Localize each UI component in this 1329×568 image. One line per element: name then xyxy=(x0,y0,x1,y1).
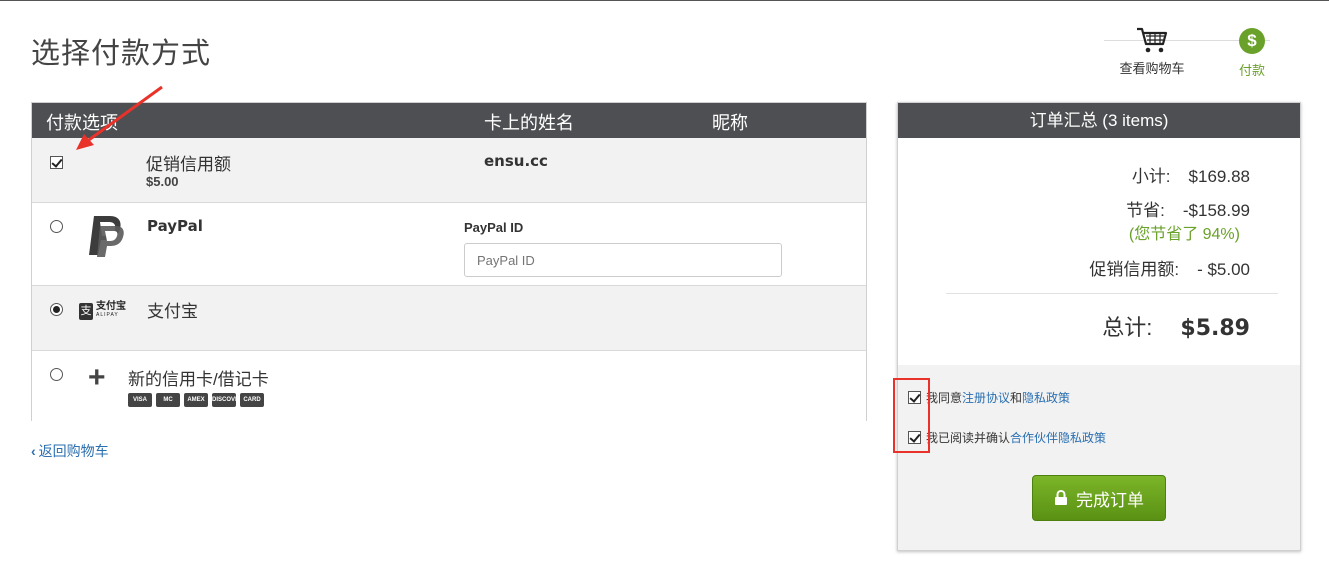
terms-link[interactable]: 注册协议 xyxy=(962,391,1010,405)
lock-icon xyxy=(1055,490,1067,505)
payment-row-paypal[interactable]: PayPal PayPal ID xyxy=(32,202,866,285)
agree-terms-and: 和 xyxy=(1010,391,1023,405)
annotation-highlight-box xyxy=(893,378,930,453)
checkout-steps: 查看购物车 $ 付款 xyxy=(1100,26,1290,86)
card-brand-icons: VISA MC AMEX DISCOVER CARD xyxy=(128,393,264,407)
credit-amount: $5.00 xyxy=(146,174,179,189)
credit-summary-label: 促销信用额: xyxy=(1089,260,1180,279)
subtotal-value: $169.88 xyxy=(1188,167,1250,186)
saving-label: 节省: xyxy=(1126,201,1165,220)
subtotal-line: 小计: $169.88 xyxy=(1132,162,1250,187)
paypal-id-label: PayPal ID xyxy=(464,220,524,235)
paypal-label: PayPal xyxy=(147,217,203,235)
mastercard-icon: MC xyxy=(156,393,180,407)
cart-icon xyxy=(1137,27,1168,53)
page-title: 选择付款方式 xyxy=(31,38,212,70)
credit-line: 促销信用额: - $5.00 xyxy=(1089,255,1250,280)
total-line: 总计: $5.89 xyxy=(1102,310,1250,342)
amex-icon: AMEX xyxy=(184,393,208,407)
summary-body: 小计: $169.88 节省: -$158.99 (您节省了 94%) 促销信用额:… xyxy=(898,138,1300,365)
privacy-policy-link[interactable]: 隐私政策 xyxy=(1022,391,1070,405)
alipay-logo-en: ALIPAY xyxy=(96,312,119,318)
saving-line: 节省: -$158.99 xyxy=(1126,196,1250,221)
step-cart-label: 查看购物车 xyxy=(1119,61,1185,76)
visa-icon: VISA xyxy=(128,393,152,407)
alipay-label: 支付宝 xyxy=(147,302,198,321)
new-card-label: 新的信用卡/借记卡 xyxy=(128,370,269,389)
credit-summary-value: - $5.00 xyxy=(1197,260,1250,279)
summary-divider xyxy=(946,293,1278,294)
summary-title: 订单汇总 (3 items) xyxy=(898,103,1300,138)
total-label: 总计: xyxy=(1102,315,1153,340)
chevron-left-icon: ‹ xyxy=(31,443,36,459)
annotation-arrow-icon xyxy=(76,85,163,150)
step-pay-label: 付款 xyxy=(1238,63,1265,78)
step-view-cart[interactable]: 查看购物车 xyxy=(1112,26,1192,77)
paypal-radio[interactable] xyxy=(50,220,63,233)
header-nickname: 昵称 xyxy=(712,113,748,133)
alipay-logo-icon: 支 支付宝 ALIPAY xyxy=(79,302,126,320)
payment-row-alipay[interactable]: 支 支付宝 ALIPAY 支付宝 xyxy=(32,285,866,350)
total-value: $5.89 xyxy=(1180,316,1250,341)
subtotal-label: 小计: xyxy=(1131,167,1171,186)
back-to-cart-label: 返回购物车 xyxy=(38,443,109,459)
plus-icon: + xyxy=(88,361,106,394)
credit-card-name: ensu.cc xyxy=(484,152,548,170)
discover-icon: DISCOVER xyxy=(212,393,236,407)
paypal-id-input[interactable] xyxy=(464,243,782,277)
agree-partner-prefix: 我已阅读并确认 xyxy=(926,431,1011,445)
complete-order-button[interactable]: 完成订单 xyxy=(1032,475,1166,521)
paypal-icon xyxy=(89,216,124,257)
alipay-mark: 支 xyxy=(79,302,93,320)
back-to-cart-link[interactable]: ‹ 返回购物车 xyxy=(31,441,109,461)
new-card-radio[interactable] xyxy=(50,368,63,381)
header-name-on-card: 卡上的姓名 xyxy=(484,113,574,133)
payment-row-new-card[interactable]: + 新的信用卡/借记卡 VISA MC AMEX DISCOVER CARD xyxy=(32,350,866,421)
agree-terms-prefix: 我同意 xyxy=(926,391,963,405)
top-border xyxy=(0,0,1329,1)
dollar-icon: $ xyxy=(1239,28,1265,54)
summary-footer: 我同意注册协议和隐私政策 我已阅读并确认合作伙伴隐私政策 xyxy=(898,365,1300,550)
credit-checkbox[interactable] xyxy=(50,156,63,169)
agree-partner-text: 我已阅读并确认合作伙伴隐私政策 xyxy=(926,429,1106,446)
step-payment: $ 付款 xyxy=(1230,26,1274,79)
alipay-logo-cn: 支付宝 xyxy=(96,301,126,312)
complete-order-label: 完成订单 xyxy=(1076,490,1144,510)
generic-card-icon: CARD xyxy=(240,393,264,407)
saving-value: -$158.99 xyxy=(1182,201,1250,220)
partner-privacy-link[interactable]: 合作伙伴隐私政策 xyxy=(1010,431,1106,445)
agree-terms-text: 我同意注册协议和隐私政策 xyxy=(926,389,1070,406)
alipay-radio[interactable] xyxy=(50,303,63,316)
saving-percent-note: (您节省了 94%) xyxy=(1128,226,1240,243)
